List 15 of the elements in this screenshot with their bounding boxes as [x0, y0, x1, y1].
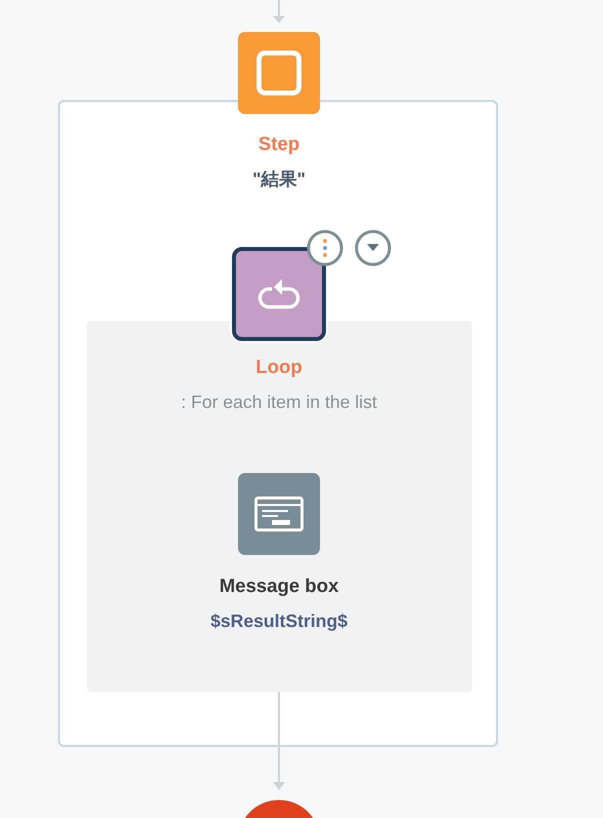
node-title: Step [258, 133, 300, 157]
connector-arrow [272, 0, 286, 24]
step-node[interactable] [238, 32, 320, 114]
square-icon [256, 50, 302, 96]
node-subtitle: "結果" [252, 168, 306, 191]
node-subtitle: $sResultString$ [210, 610, 348, 633]
node-title: Loop [256, 356, 302, 380]
caret-icon [367, 244, 379, 252]
loop-node[interactable] [232, 247, 326, 341]
message-window-icon [254, 496, 304, 532]
kebab-icon [322, 238, 328, 258]
node-subtitle: : For each item in the list [180, 391, 378, 414]
loop-arrow-icon [258, 277, 300, 311]
node-title: Message box [219, 575, 339, 599]
message-node[interactable] [238, 473, 320, 555]
